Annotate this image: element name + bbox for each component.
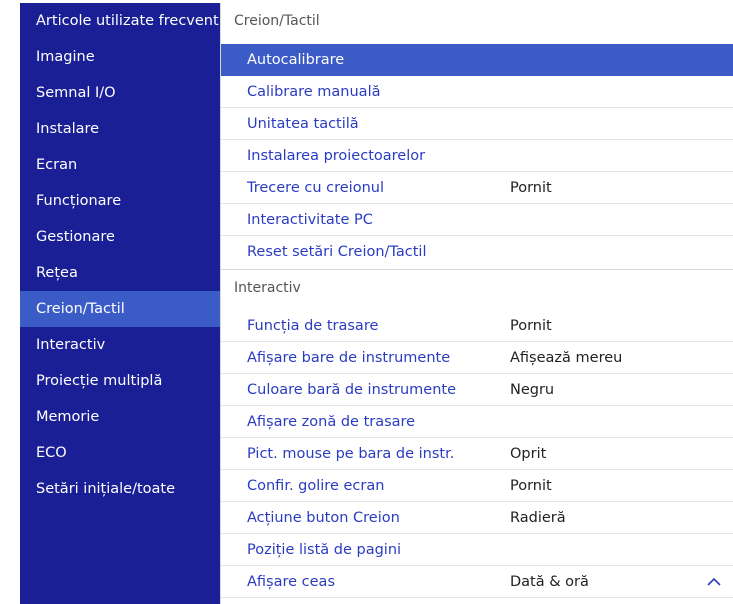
menu-row-clock-display[interactable]: Afișare ceas Dată & oră (221, 566, 733, 598)
menu-row-toolbar-color[interactable]: Culoare bară de instrumente Negru (221, 374, 733, 406)
settings-panel: Creion/Tactil Autocalibrare Calibrare ma… (220, 3, 733, 604)
section-header-pen-touch: Creion/Tactil (221, 3, 733, 39)
sidebar-item-label: Memorie (36, 409, 100, 425)
row-label: Poziție listă de pagini (247, 541, 402, 558)
sidebar-item-management[interactable]: Gestionare (20, 219, 220, 255)
sidebar-item-multi-projection[interactable]: Proiecție multiplă (20, 363, 220, 399)
row-value: Oprit (510, 445, 547, 462)
sidebar-item-label: Interactiv (36, 337, 106, 353)
sidebar-item-label: ECO (36, 445, 67, 461)
sidebar-item-network[interactable]: Rețea (20, 255, 220, 291)
menu-row-drawing-function[interactable]: Funcția de trasare Pornit (221, 310, 733, 342)
row-label: Calibrare manuală (247, 83, 381, 100)
sidebar-item-signal-io[interactable]: Semnal I/O (20, 75, 220, 111)
row-label: Funcția de trasare (247, 317, 379, 334)
sidebar-item-label: Semnal I/O (36, 85, 116, 101)
row-value: Pornit (510, 317, 552, 334)
sidebar-item-pen-touch[interactable]: Creion/Tactil (20, 291, 220, 327)
row-value: Pornit (510, 477, 552, 494)
sidebar-item-initial-settings[interactable]: Setări inițiale/toate (20, 471, 220, 507)
row-value: Pornit (510, 179, 552, 196)
row-label: Afișare ceas (247, 573, 335, 590)
sidebar-item-label: Creion/Tactil (36, 301, 125, 317)
menu-row-touch-unit[interactable]: Unitatea tactilă (221, 108, 733, 140)
sidebar-item-label: Instalare (36, 121, 100, 137)
section-header-interactive: Interactiv (221, 269, 733, 305)
sidebar-item-screen[interactable]: Ecran (20, 147, 220, 183)
menu-row-toolbar-display[interactable]: Afișare bare de instrumente Afișează mer… (221, 342, 733, 374)
row-label: Confir. golire ecran (247, 477, 385, 494)
row-label: Afișare bare de instrumente (247, 349, 451, 366)
row-label: Autocalibrare (247, 51, 345, 68)
sidebar-item-label: Ecran (36, 157, 78, 173)
sidebar-item-label: Imagine (36, 49, 95, 65)
menu-window: Articole utilizate frecvent Imagine Semn… (20, 3, 733, 604)
sidebar-item-interactive[interactable]: Interactiv (20, 327, 220, 363)
row-label: Pict. mouse pe bara de instr. (247, 445, 455, 462)
chevron-up-icon[interactable] (706, 575, 722, 589)
sidebar-item-image[interactable]: Imagine (20, 39, 220, 75)
menu-row-page-list-position[interactable]: Poziție listă de pagini (221, 534, 733, 566)
row-label: Interactivitate PC (247, 211, 373, 228)
sidebar-item-label: Articole utilizate frecvent (36, 13, 219, 29)
row-label: Instalarea proiectoarelor (247, 147, 426, 164)
menu-row-autocalibration[interactable]: Autocalibrare (221, 44, 733, 76)
menu-row-pen-passthrough[interactable]: Trecere cu creionul Pornit (221, 172, 733, 204)
row-value: Negru (510, 381, 555, 398)
row-label: Unitatea tactilă (247, 115, 359, 132)
sidebar-item-label: Rețea (36, 265, 78, 281)
sidebar-item-label: Funcționare (36, 193, 122, 209)
menu-row-pen-button-action[interactable]: Acțiune buton Creion Radieră (221, 502, 733, 534)
section-title: Creion/Tactil (234, 13, 320, 29)
sidebar-item-label: Gestionare (36, 229, 115, 245)
sidebar: Articole utilizate frecvent Imagine Semn… (20, 3, 220, 604)
menu-row-clear-screen-confirm[interactable]: Confir. golire ecran Pornit (221, 470, 733, 502)
row-label: Culoare bară de instrumente (247, 381, 457, 398)
sidebar-item-memory[interactable]: Memorie (20, 399, 220, 435)
sidebar-item-label: Proiecție multiplă (36, 373, 163, 389)
sidebar-item-operation[interactable]: Funcționare (20, 183, 220, 219)
row-label: Acțiune buton Creion (247, 509, 400, 526)
sidebar-item-frequent[interactable]: Articole utilizate frecvent (20, 3, 220, 39)
row-value: Dată & oră (510, 573, 589, 590)
section-title: Interactiv (234, 279, 301, 296)
row-label: Trecere cu creionul (247, 179, 384, 196)
menu-row-manual-calibration[interactable]: Calibrare manuală (221, 76, 733, 108)
row-label: Afișare zonă de trasare (247, 413, 416, 430)
sidebar-item-label: Setări inițiale/toate (36, 481, 176, 497)
menu-row-reset-pen-touch[interactable]: Reset setări Creion/Tactil (221, 236, 733, 268)
row-value: Radieră (510, 509, 566, 526)
sidebar-item-installation[interactable]: Instalare (20, 111, 220, 147)
menu-row-mouse-icon-toolbar[interactable]: Pict. mouse pe bara de instr. Oprit (221, 438, 733, 470)
sidebar-item-eco[interactable]: ECO (20, 435, 220, 471)
menu-row-pc-interactivity[interactable]: Interactivitate PC (221, 204, 733, 236)
menu-row-projector-installation[interactable]: Instalarea proiectoarelor (221, 140, 733, 172)
menu-row-drawing-area-display[interactable]: Afișare zonă de trasare (221, 406, 733, 438)
row-label: Reset setări Creion/Tactil (247, 244, 427, 260)
row-value: Afișează mereu (510, 349, 623, 366)
